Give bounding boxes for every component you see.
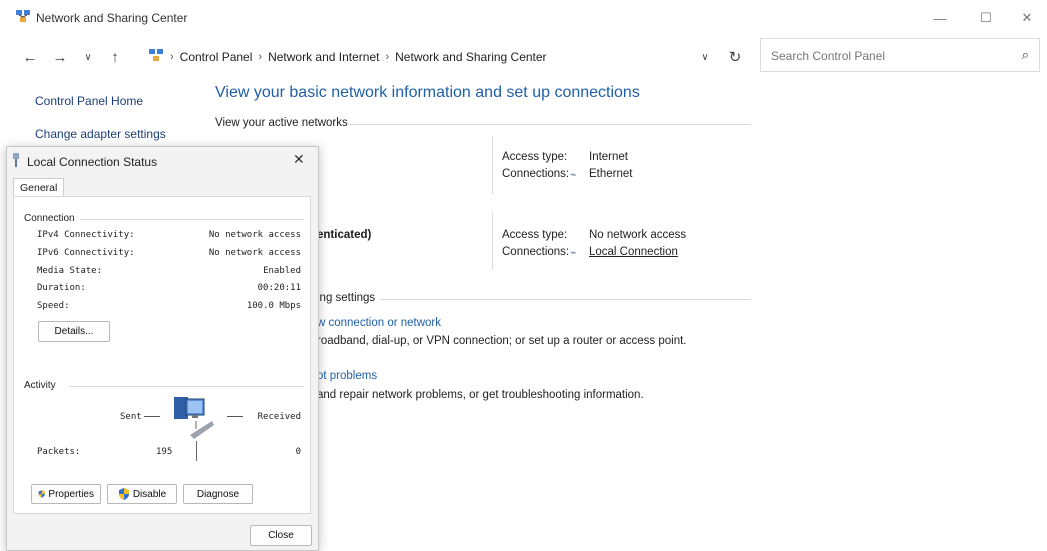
close-button[interactable]: Close xyxy=(250,525,312,546)
network-name: enticated) xyxy=(317,229,372,241)
address-dropdown-icon[interactable]: ∨ xyxy=(695,47,715,67)
disable-button[interactable]: Disable xyxy=(107,484,177,504)
packets-sent-value: 195 xyxy=(156,447,173,457)
details-button[interactable]: Details... xyxy=(38,321,110,342)
divider xyxy=(196,441,197,461)
setup-connection-desc: roadband, dial-up, or VPN connection; or… xyxy=(317,335,687,347)
divider xyxy=(347,124,751,125)
ethernet-icon: ⌁ xyxy=(570,247,577,259)
ipv6-value: No network access xyxy=(208,248,301,258)
sent-label: Sent xyxy=(120,412,142,422)
divider xyxy=(144,416,160,417)
media-state-value: Enabled xyxy=(263,266,301,276)
connections-label: Connections: xyxy=(502,246,570,258)
divider xyxy=(80,219,304,220)
chevron-right-icon: › xyxy=(385,50,390,63)
local-connection-link[interactable]: Local Connection xyxy=(589,246,678,258)
connections-label: Connections: xyxy=(502,168,570,180)
chevron-right-icon: › xyxy=(170,50,174,63)
access-type-label: Access type: xyxy=(502,229,568,241)
back-icon[interactable]: ← xyxy=(20,47,40,67)
setup-connection-link[interactable]: w connection or network xyxy=(317,317,441,329)
general-panel: Connection IPv4 Connectivity: No network… xyxy=(13,196,311,514)
ipv6-label: IPv6 Connectivity: xyxy=(37,248,135,258)
minimize-icon[interactable]: — xyxy=(917,0,963,36)
breadcrumb-item[interactable]: Network and Internet xyxy=(268,50,379,64)
active-networks-label: View your active networks xyxy=(215,117,348,129)
ipv4-value: No network access xyxy=(208,230,301,240)
ethernet-icon: ⌁ xyxy=(570,169,577,181)
ipv4-label: IPv4 Connectivity: xyxy=(37,230,135,240)
activity-group-label: Activity xyxy=(24,380,56,391)
duration-value: 00:20:11 xyxy=(257,283,301,293)
search-box[interactable]: ⌕ xyxy=(760,38,1040,72)
divider xyxy=(380,299,751,300)
access-type-label: Access type: xyxy=(502,151,568,163)
chevron-right-icon: › xyxy=(258,50,263,63)
breadcrumb: › Control Panel › Network and Internet ›… xyxy=(148,48,547,65)
shield-icon xyxy=(118,488,129,500)
divider xyxy=(227,416,243,417)
divider xyxy=(492,136,493,194)
change-settings-label: ing settings xyxy=(317,292,376,304)
close-icon[interactable]: ✕ xyxy=(1004,0,1047,36)
page-title: View your basic network information and … xyxy=(215,84,640,101)
sidebar-item-change-adapter-settings[interactable]: Change adapter settings xyxy=(35,127,166,141)
troubleshoot-link[interactable]: ot problems xyxy=(317,370,377,382)
forward-icon[interactable]: → xyxy=(50,47,70,67)
shield-icon xyxy=(38,490,45,498)
computer-network-icon xyxy=(172,395,216,444)
breadcrumb-item[interactable]: Network and Sharing Center xyxy=(395,50,546,64)
tab-general[interactable]: General xyxy=(13,178,65,197)
network-center-icon xyxy=(15,9,31,26)
search-icon[interactable]: ⌕ xyxy=(1022,47,1029,63)
divider xyxy=(69,386,304,387)
connection-group-label: Connection xyxy=(24,213,75,224)
breadcrumb-icon xyxy=(148,48,164,65)
local-connection-status-dialog: Local Connection Status ✕ General Connec… xyxy=(6,146,319,551)
window-title: Network and Sharing Center xyxy=(36,11,188,25)
divider xyxy=(492,212,493,270)
refresh-icon[interactable]: ↻ xyxy=(725,47,745,67)
up-icon[interactable]: ↑ xyxy=(105,47,125,67)
ethernet-icon xyxy=(11,153,21,170)
properties-button[interactable]: Properties xyxy=(31,484,101,504)
breadcrumb-item[interactable]: Control Panel xyxy=(180,50,253,64)
access-type-value: No network access xyxy=(589,229,687,241)
access-type-value: Internet xyxy=(589,151,628,163)
duration-label: Duration: xyxy=(37,283,86,293)
speed-value: 100.0 Mbps xyxy=(246,301,301,311)
received-label: Received xyxy=(257,412,301,422)
dialog-title: Local Connection Status xyxy=(27,155,158,169)
maximize-icon[interactable]: ☐ xyxy=(963,0,1009,36)
packets-received-value: 0 xyxy=(295,447,301,457)
search-input[interactable] xyxy=(769,48,1013,64)
ethernet-link[interactable]: Ethernet xyxy=(589,168,632,180)
sidebar-item-control-panel-home[interactable]: Control Panel Home xyxy=(35,94,143,108)
troubleshoot-desc: and repair network problems, or get trou… xyxy=(317,389,644,401)
speed-label: Speed: xyxy=(37,301,70,311)
diagnose-button[interactable]: Diagnose xyxy=(183,484,253,504)
dialog-close-icon[interactable]: ✕ xyxy=(293,151,305,168)
media-state-label: Media State: xyxy=(37,266,103,276)
properties-label: Properties xyxy=(48,488,94,500)
packets-label: Packets: xyxy=(37,447,81,457)
disable-label: Disable xyxy=(132,488,167,500)
recent-icon[interactable]: ∨ xyxy=(78,47,98,67)
